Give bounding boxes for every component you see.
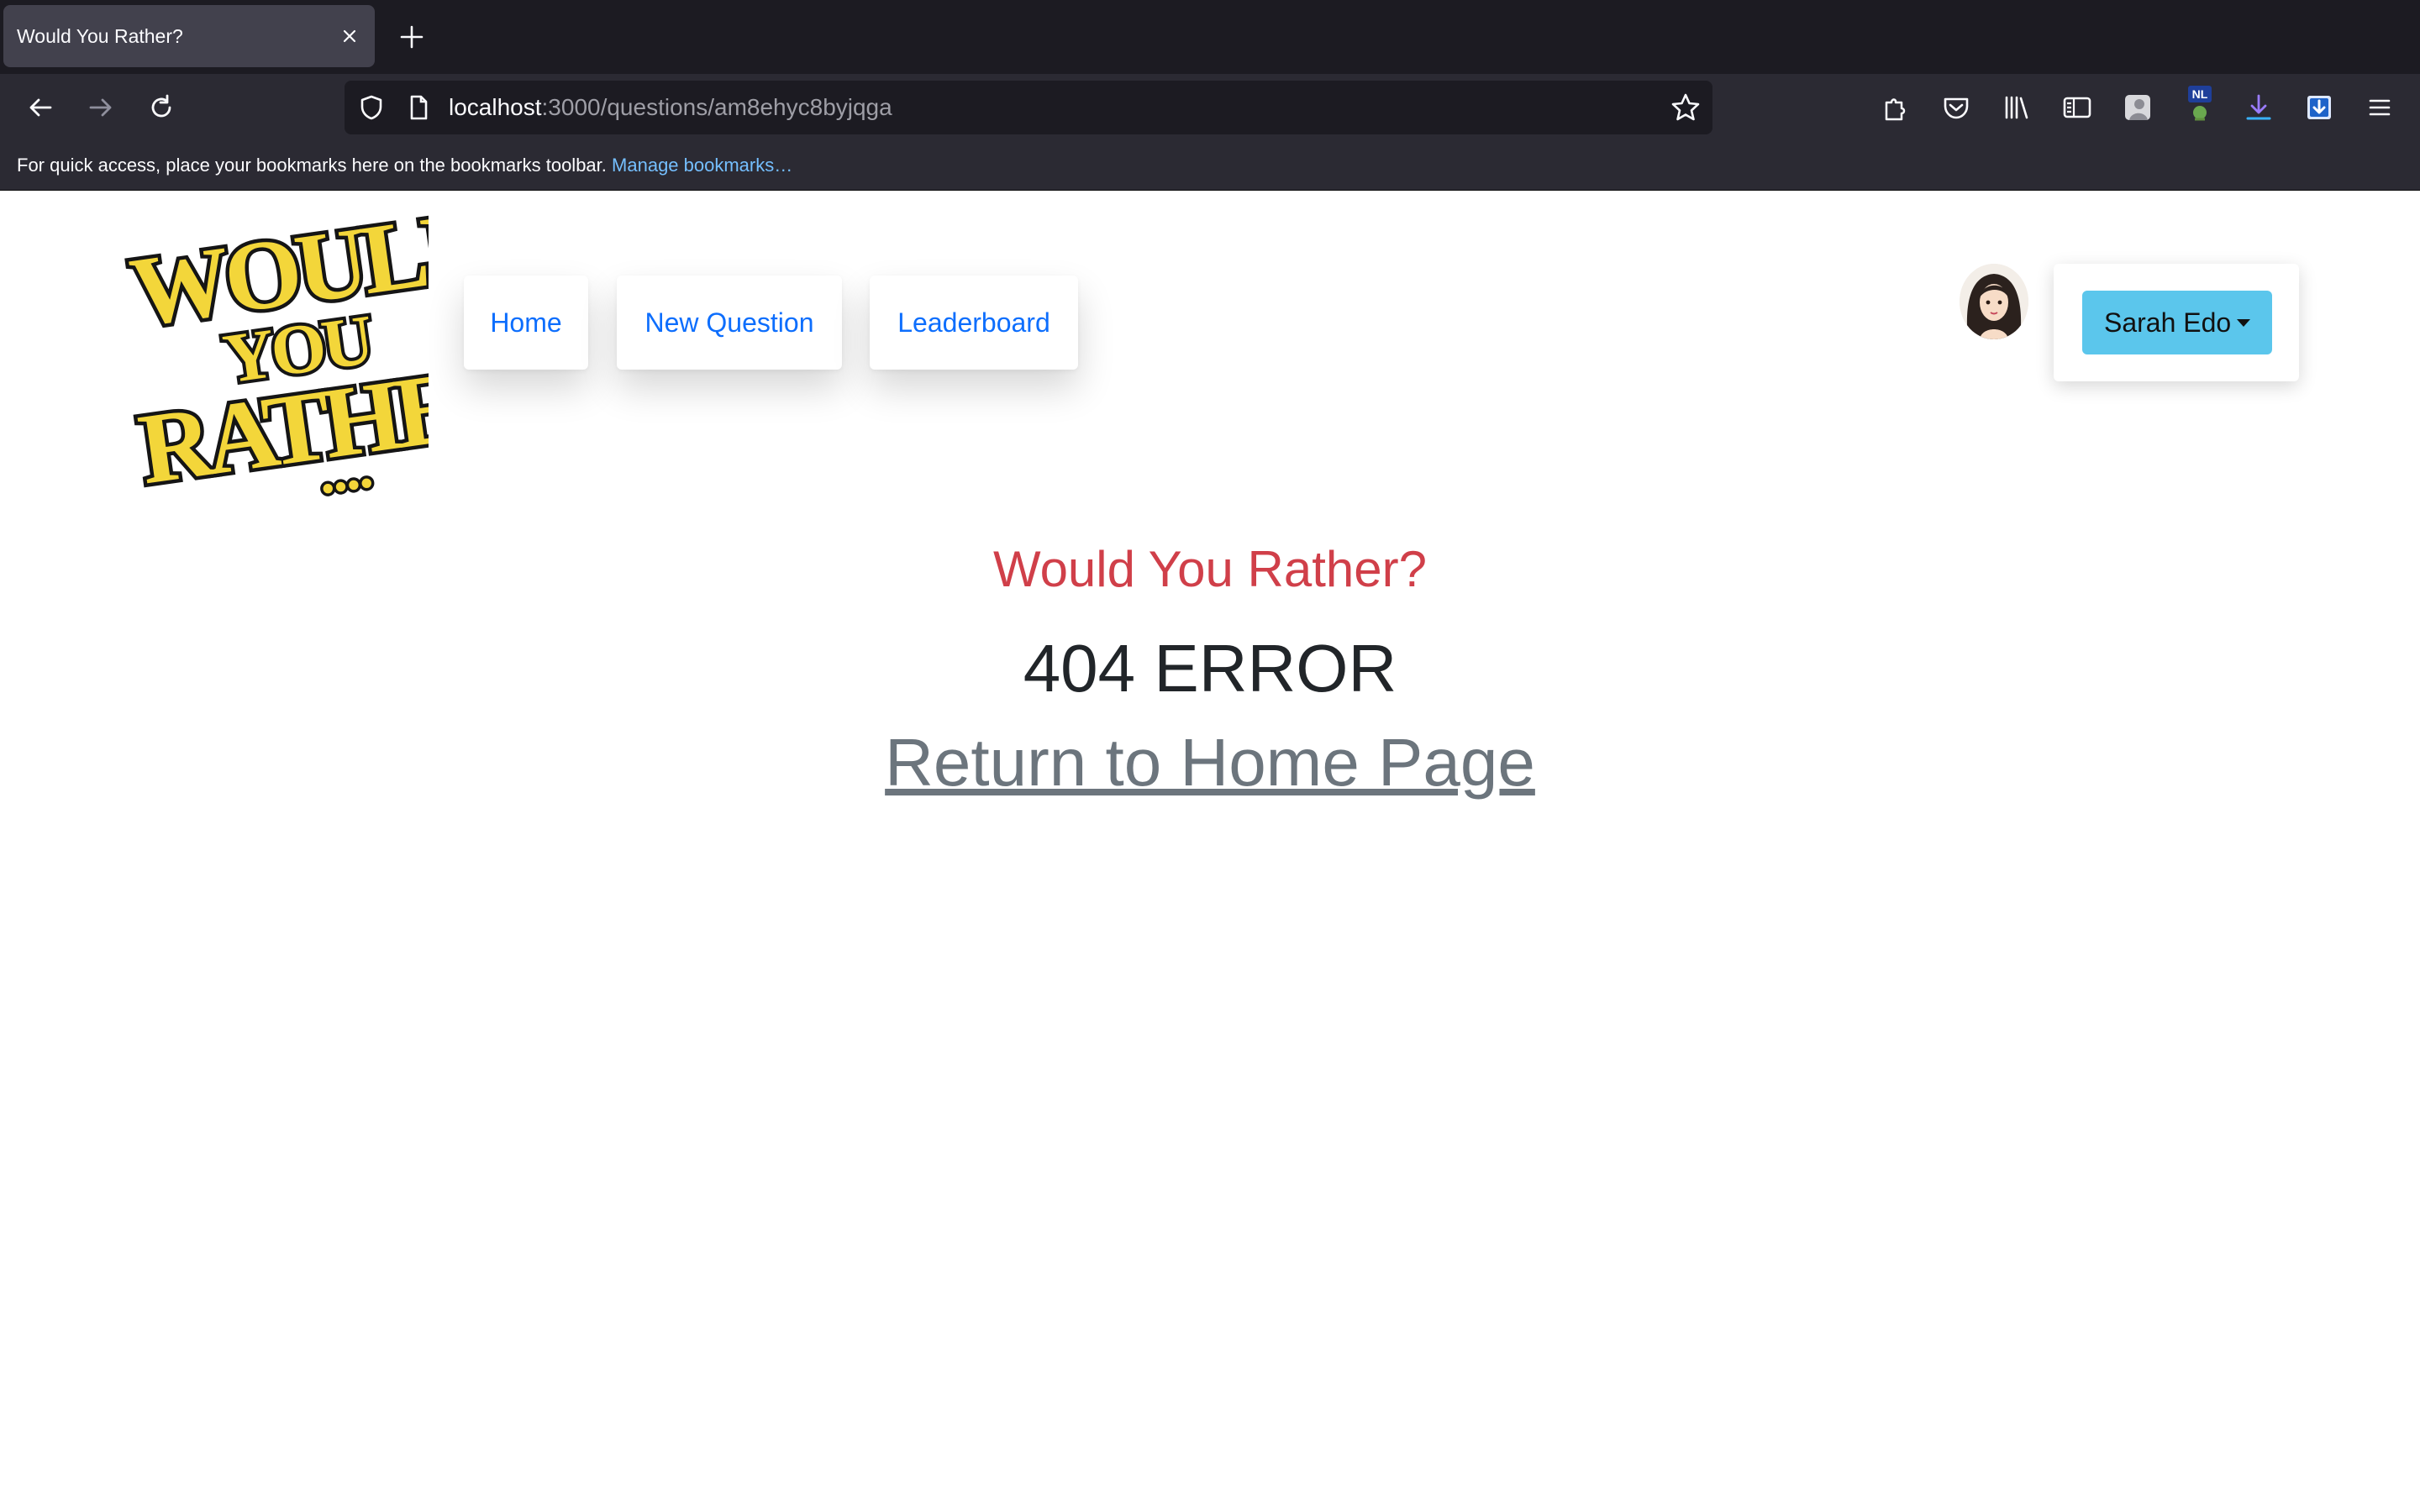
would-you-rather-logo: WOULD YOU RATHER? .... [120, 208, 429, 510]
url-path: :3000/questions/am8ehyc8byjqga [541, 94, 892, 120]
return-home-row: Return to Home Page [0, 722, 2420, 803]
tab-title: Would You Rather? [17, 25, 183, 47]
page-title: Would You Rather? [993, 541, 1427, 597]
back-arrow-icon[interactable] [24, 91, 57, 124]
svg-text:....: .... [314, 436, 375, 507]
browser-tab[interactable]: Would You Rather? [3, 5, 375, 67]
error-heading: 404 ERROR [1023, 631, 1397, 706]
caret-down-icon [2237, 319, 2250, 327]
menu-hamburger-icon[interactable] [2363, 91, 2396, 124]
nav-new-question-link[interactable]: New Question [617, 276, 842, 370]
nl-badge-text: NL [2192, 87, 2208, 101]
pocket-icon[interactable] [1939, 91, 1973, 124]
bookmarks-hint: For quick access, place your bookmarks h… [17, 155, 607, 176]
browser-tab-strip: Would You Rather? [0, 0, 2420, 74]
browser-toolbar: localhost:3000/questions/am8ehyc8byjqga … [0, 74, 2420, 141]
reload-icon[interactable] [145, 91, 178, 124]
nav-leaderboard-link[interactable]: Leaderboard [870, 276, 1078, 370]
extensions-puzzle-icon[interactable] [1879, 91, 1912, 124]
page-icon[interactable] [403, 92, 434, 123]
nav-home-link[interactable]: Home [464, 276, 588, 370]
close-tab-icon[interactable] [336, 23, 363, 50]
url-host: localhost [449, 94, 542, 120]
library-icon[interactable] [2000, 91, 2033, 124]
save-extension-icon[interactable] [2302, 91, 2336, 124]
user-dropdown-button[interactable]: Sarah Edo [2082, 291, 2272, 354]
forward-arrow-icon[interactable] [84, 91, 118, 124]
bookmarks-message: For quick access, place your bookmarks h… [17, 141, 792, 190]
user-name: Sarah Edo [2104, 307, 2232, 338]
user-avatar [1960, 264, 2028, 339]
nl-extension-icon[interactable]: NL [2181, 86, 2218, 128]
extension-avatar-icon[interactable] [2121, 91, 2154, 124]
user-menu-card: Sarah Edo [2054, 264, 2299, 381]
address-bar[interactable]: localhost:3000/questions/am8ehyc8byjqga [345, 81, 1712, 134]
bookmark-star-icon[interactable] [1669, 91, 1702, 124]
downloads-icon[interactable] [2242, 91, 2275, 124]
bookmarks-toolbar: For quick access, place your bookmarks h… [0, 141, 2420, 191]
new-tab-icon[interactable] [397, 22, 427, 52]
shield-icon[interactable] [356, 92, 387, 123]
sidebar-icon[interactable] [2060, 91, 2094, 124]
url-text: localhost:3000/questions/am8ehyc8byjqga [449, 81, 892, 134]
manage-bookmarks-link[interactable]: Manage bookmarks… [612, 155, 792, 176]
return-home-link[interactable]: Return to Home Page [885, 725, 1535, 800]
